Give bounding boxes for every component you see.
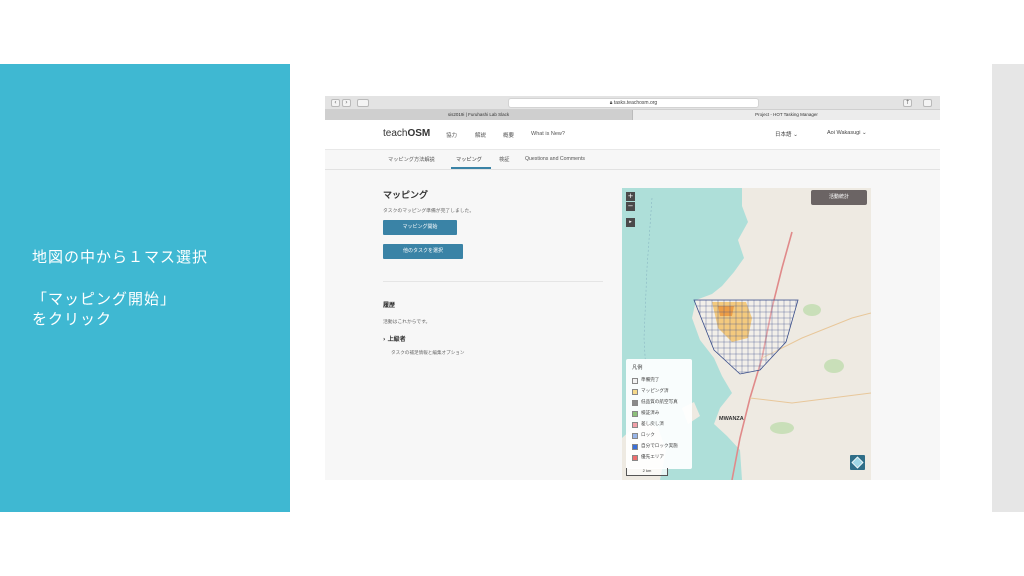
url-text: tasks.teachosm.org	[613, 100, 658, 106]
park-area	[803, 304, 821, 316]
tab-mapping[interactable]: マッピング	[456, 156, 482, 163]
legend-label: 低品質の航空写真	[641, 400, 678, 405]
back-icon[interactable]: ‹	[331, 99, 340, 107]
legend-swatch	[632, 378, 638, 384]
user-name: Aoi Wakasugi	[827, 130, 861, 136]
legend-swatch	[632, 455, 638, 461]
legend-label: マッピング済	[641, 389, 669, 394]
logo-prefix: teach	[383, 128, 408, 139]
legend-label: 自分でロック実施	[641, 444, 678, 449]
logo-suffix: OSM	[407, 128, 431, 139]
legend-label: 優先エリア	[641, 455, 664, 460]
select-other-task-button[interactable]: 他のタスクを選択	[383, 244, 463, 259]
nav-learn[interactable]: 解説	[475, 131, 486, 139]
language-label: 日本語	[775, 132, 792, 138]
start-mapping-button[interactable]: マッピング開始	[383, 220, 457, 235]
park-area	[824, 359, 844, 373]
legend-label: 差し戻し済	[641, 422, 664, 427]
advanced-toggle[interactable]: › 上級者	[383, 334, 406, 343]
tab-questions[interactable]: Questions and Comments	[525, 156, 585, 162]
nav-contribute[interactable]: 協力	[446, 131, 457, 139]
mapped-tasks-dense	[718, 306, 734, 316]
zoom-in-button[interactable]: +	[626, 192, 635, 201]
address-bar[interactable]: 🔒︎ tasks.teachosm.org	[508, 98, 759, 108]
tab-validation[interactable]: 検証	[499, 156, 509, 163]
legend-label: 検証済み	[641, 411, 660, 416]
city-label: MWANZA	[719, 416, 744, 422]
advanced-description: タスクの補足情報と編集オプション	[391, 351, 465, 356]
legend-swatch	[632, 422, 638, 428]
chevron-right-icon: ›	[383, 336, 386, 343]
legend-swatch	[632, 444, 638, 450]
user-menu[interactable]: Aoi Wakasugi ⌄	[827, 130, 867, 136]
tab-bar: sis2019i | Furuhashi Lab Slack Project -…	[325, 110, 940, 120]
active-tab-indicator	[451, 167, 491, 169]
layers-icon[interactable]	[850, 455, 865, 470]
instruction-line-2: 「マッピング開始」	[32, 290, 177, 308]
task-map[interactable]: + − ▸ 活動統計 MWANZA 凡例 準備完了マッピング済低品質の航空写真検…	[622, 188, 871, 480]
chevron-down-icon: ⌄	[793, 132, 798, 138]
browser-window: ‹ › 🔒︎ tasks.teachosm.org ↑ sis2019i | F…	[325, 96, 940, 480]
legend-swatch	[632, 433, 638, 439]
divider	[383, 281, 603, 282]
tab-slack[interactable]: sis2019i | Furuhashi Lab Slack	[325, 110, 633, 120]
nav-about[interactable]: 概要	[503, 131, 514, 139]
legend-swatch	[632, 411, 638, 417]
legend-title: 凡例	[632, 365, 643, 371]
advanced-title: 上級者	[387, 336, 406, 343]
forward-icon[interactable]: ›	[342, 99, 351, 107]
history-title: 履歴	[383, 302, 396, 309]
sidebar-icon[interactable]	[357, 99, 369, 107]
tab-mapping-guide[interactable]: マッピング方法解説	[388, 156, 435, 163]
activity-stats-button[interactable]: 活動統計	[811, 190, 867, 205]
legend-label: 準備完了	[641, 378, 660, 383]
panel-title: マッピング	[383, 191, 429, 201]
task-status-text: タスクのマッピング準備が完了しました。	[383, 209, 475, 214]
legend-swatch	[632, 400, 638, 406]
fullscreen-icon[interactable]: ▸	[626, 218, 635, 227]
instruction-panel: 地図の中から１マス選択 「マッピング開始」 をクリック	[0, 64, 290, 512]
zoom-out-button[interactable]: −	[626, 202, 635, 211]
tabs-overview-icon[interactable]	[923, 99, 932, 107]
task-sub-tabs: マッピング方法解説 マッピング 検証 Questions and Comment…	[325, 150, 940, 170]
history-text: 活動はこれからです。	[383, 320, 431, 325]
language-selector[interactable]: 日本語 ⌄	[775, 130, 798, 138]
scale-bar: 2 km	[626, 468, 668, 476]
map-legend: 凡例 準備完了マッピング済低品質の航空写真 検証済み差し戻し済ロック自分でロック実…	[626, 359, 692, 469]
legend-swatch	[632, 389, 638, 395]
browser-toolbar: ‹ › 🔒︎ tasks.teachosm.org ↑	[325, 96, 940, 110]
site-header: teachOSM 協力 解説 概要 What is New? 日本語 ⌄ Aoi…	[325, 120, 940, 150]
nav-whats-new[interactable]: What is New?	[531, 131, 565, 137]
legend-label: ロック	[641, 433, 655, 438]
slide-edge-strip	[992, 64, 1024, 512]
share-icon[interactable]: ↑	[903, 99, 912, 107]
tab-tasking-manager[interactable]: Project - HOT Tasking Manager	[633, 110, 940, 120]
chevron-down-icon: ⌄	[861, 130, 867, 136]
teachosm-logo[interactable]: teachOSM	[383, 128, 430, 139]
instruction-line-1: 地図の中から１マス選択	[32, 248, 209, 266]
slide: 地図の中から１マス選択 「マッピング開始」 をクリック ‹ › 🔒︎ tasks…	[0, 0, 1024, 576]
park-area	[770, 422, 794, 434]
instruction-line-3: をクリック	[32, 310, 113, 328]
